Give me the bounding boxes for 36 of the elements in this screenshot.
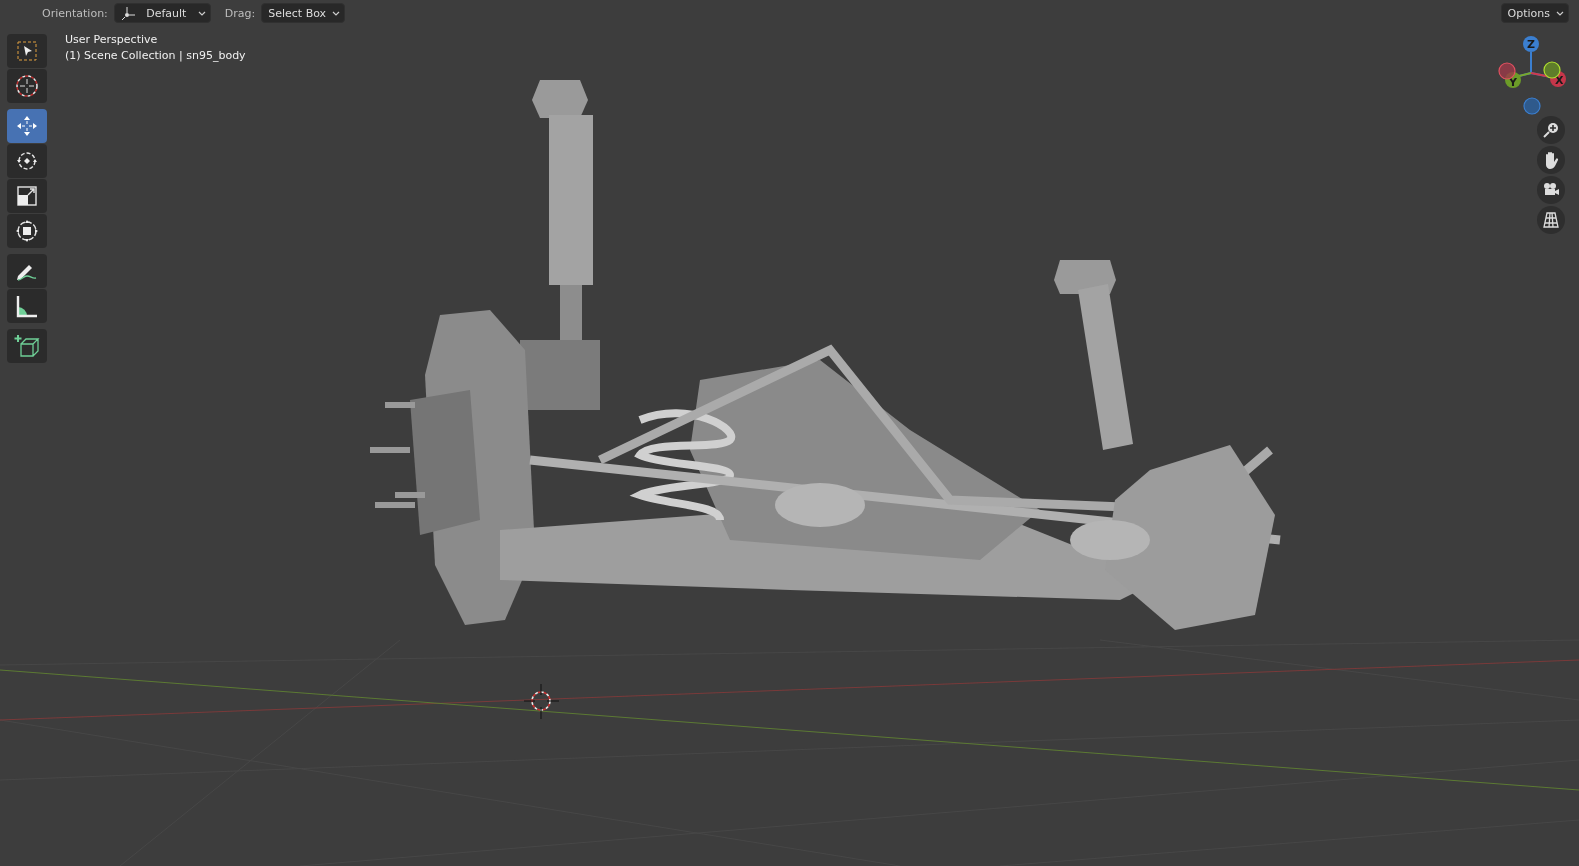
caret-icon [1556,10,1564,16]
transform-icon [15,219,39,243]
collection-info: (1) Scene Collection | sn95_body [65,49,246,62]
pan-button[interactable] [1537,146,1565,174]
ruler-icon [15,294,39,318]
3d-cursor-icon [523,683,560,720]
drag-label: Drag: [224,6,256,20]
zoom-button[interactable] [1537,116,1565,144]
perspective-button[interactable] [1537,206,1565,234]
rotate-icon [15,149,39,173]
tool-button[interactable] [7,214,47,248]
tool-button[interactable] [7,69,47,103]
caret-icon [332,10,341,16]
scale-icon [16,185,38,207]
axes-icon [120,6,135,20]
camera-icon [1542,182,1560,198]
camera-button[interactable] [1537,176,1565,204]
tool-button[interactable] [7,289,47,323]
drag-dropdown[interactable]: Select Box [261,3,346,23]
tool-button[interactable] [7,144,47,178]
tool-button[interactable] [7,329,47,363]
orientation-dropdown[interactable]: Default [113,3,211,23]
tool-button[interactable] [7,254,47,288]
tool-button[interactable] [7,179,47,213]
options-dropdown[interactable]: Options [1500,3,1569,23]
crosshair-icon [15,74,39,98]
hand-icon [1543,151,1559,169]
caret-icon [197,10,206,16]
view-name: User Perspective [65,33,159,46]
grid-icon [1543,212,1559,228]
zoom-icon [1542,121,1560,139]
add-cube-icon [14,333,40,359]
orientation-label: Orientation: [42,6,108,20]
select-box-icon [16,40,38,62]
move-arrows-icon [15,114,39,138]
navigation-gizmo[interactable]: Z Y X [1498,36,1566,115]
